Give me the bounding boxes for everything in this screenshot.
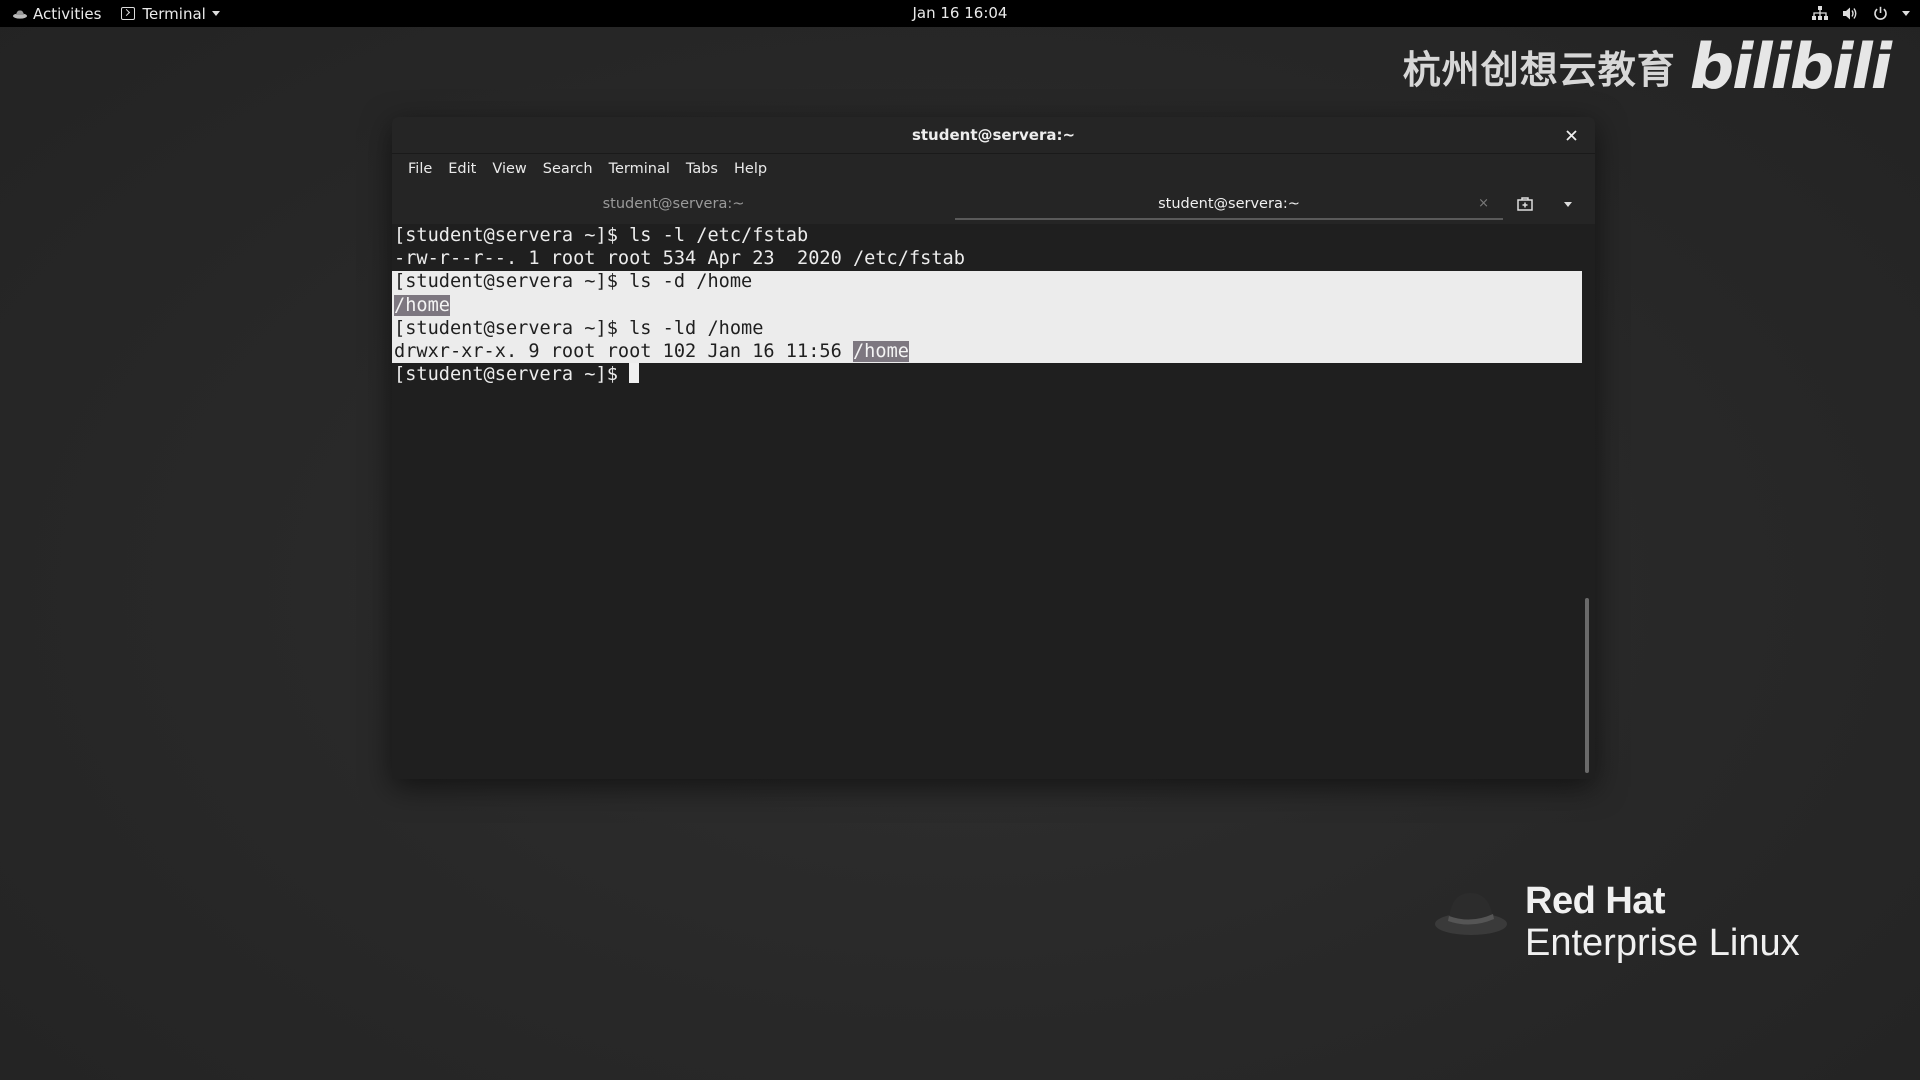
window-title: student@servera:~: [911, 126, 1076, 144]
activities-label: Activities: [33, 4, 102, 23]
terminal-line: /home: [394, 294, 965, 317]
branding-line-2: Enterprise Linux: [1525, 922, 1800, 964]
menu-bar: File Edit View Search Terminal Tabs Help: [392, 154, 1595, 184]
menu-view[interactable]: View: [484, 154, 534, 184]
power-icon: [1874, 6, 1887, 20]
terminal-scrollbar[interactable]: [1585, 598, 1589, 773]
clock-area: Jan 16 16:04: [0, 0, 1920, 27]
activities-button[interactable]: Activities: [0, 0, 101, 27]
branding-text: Red Hat Enterprise Linux: [1525, 880, 1800, 964]
tab-1[interactable]: student@servera:~: [392, 184, 955, 224]
redhat-logo-icon: [1435, 892, 1507, 935]
menu-tabs[interactable]: Tabs: [678, 154, 726, 184]
terminal-text: drwxr-xr-x. 9 root root 102 Jan 16 11:56: [394, 340, 853, 362]
new-tab-icon: [1516, 197, 1533, 211]
tab-2-label: student@servera:~: [1158, 196, 1300, 212]
terminal-line: -rw-r--r--. 1 root root 534 Apr 23 2020 …: [394, 248, 965, 270]
watermark-text: 杭州创想云教育: [1402, 48, 1676, 92]
tab-bar: student@servera:~ student@servera:~ ×: [392, 184, 1595, 224]
menu-help[interactable]: Help: [726, 154, 775, 184]
terminal-content[interactable]: [student@servera ~]$ ls -l /etc/fstab -r…: [392, 224, 1595, 779]
terminal-line: [student@servera ~]$ ls -d /home: [394, 271, 753, 293]
window-close-button[interactable]: [1561, 125, 1581, 145]
top-bar: Activities Terminal Jan 16 16:04: [0, 0, 1920, 27]
app-menu-terminal[interactable]: Terminal: [121, 0, 220, 27]
menu-terminal[interactable]: Terminal: [601, 154, 678, 184]
bilibili-logo: bilibili: [1689, 30, 1892, 103]
window-titlebar[interactable]: student@servera:~: [392, 117, 1595, 154]
status-menu-chevron-icon: [1902, 11, 1910, 16]
terminal-prompt-line: [student@servera ~]$: [394, 363, 965, 386]
close-icon: [1565, 129, 1577, 141]
terminal-prompt: [student@servera ~]$: [394, 364, 630, 386]
chevron-down-icon: [211, 11, 220, 16]
text-cursor: [629, 363, 640, 384]
new-tab-button[interactable]: [1513, 192, 1537, 216]
terminal-lines: [student@servera ~]$ ls -l /etc/fstab -r…: [394, 224, 965, 386]
terminal-line: drwxr-xr-x. 9 root root 102 Jan 16 11:56…: [394, 340, 965, 363]
tab-1-label: student@servera:~: [602, 196, 745, 212]
tab-close-button[interactable]: ×: [1478, 196, 1489, 211]
terminal-line: [student@servera ~]$ ls -l /etc/fstab: [394, 225, 809, 246]
tab-actions: [1503, 184, 1595, 224]
app-menu-label: Terminal: [142, 4, 206, 23]
menu-file[interactable]: File: [400, 154, 440, 184]
highlighted-match: /home: [394, 294, 450, 316]
volume-icon: [1843, 7, 1857, 20]
menu-search[interactable]: Search: [535, 154, 601, 184]
terminal-icon: [121, 7, 136, 20]
terminal-line: [student@servera ~]$ ls -ld /home: [394, 317, 764, 339]
network-icon: [1812, 6, 1828, 20]
clock[interactable]: Jan 16 16:04: [913, 4, 1008, 22]
redhat-hat-icon: [13, 9, 27, 19]
os-branding: Red Hat Enterprise Linux: [1433, 880, 1800, 964]
watermark: 杭州创想云教育 bilibili: [1402, 30, 1892, 103]
menu-edit[interactable]: Edit: [440, 154, 484, 184]
chevron-down-icon: [1563, 201, 1572, 207]
tab-menu-button[interactable]: [1556, 192, 1580, 216]
system-status-area[interactable]: [1812, 0, 1910, 27]
branding-line-1: Red Hat: [1525, 880, 1666, 922]
highlighted-match: /home: [852, 340, 909, 362]
tab-2-active[interactable]: student@servera:~ ×: [955, 184, 1503, 224]
desktop: Activities Terminal Jan 16 16:04 杭州创想云教育…: [0, 0, 1920, 1080]
